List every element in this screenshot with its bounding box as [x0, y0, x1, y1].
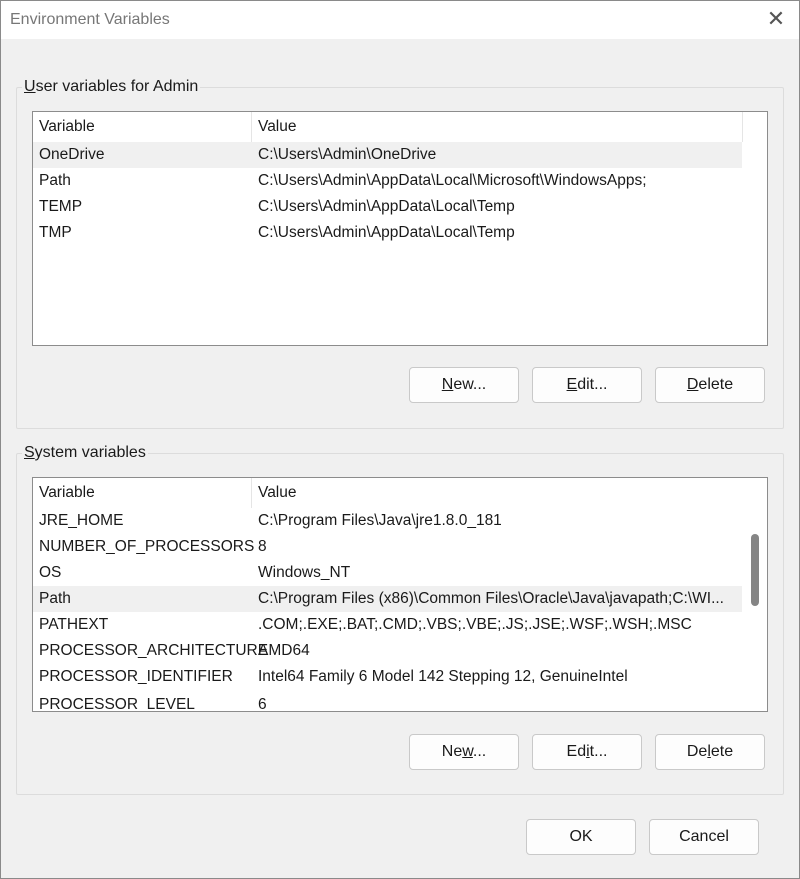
list-item[interactable]: OneDrive C:\Users\Admin\OneDrive — [33, 142, 742, 168]
system-edit-button[interactable]: Edit... — [532, 734, 642, 770]
button-label: ... — [472, 743, 487, 760]
list-item[interactable]: Path C:\Program Files (x86)\Common Files… — [33, 586, 742, 612]
variable-value: C:\Users\Admin\OneDrive — [258, 146, 437, 163]
variable-name: Path — [39, 172, 71, 189]
user-variables-label-mnemonic: U — [24, 78, 36, 95]
button-label: De — [686, 743, 708, 760]
cancel-button[interactable]: Cancel — [649, 819, 759, 855]
list-item[interactable]: OS Windows_NT — [33, 560, 742, 586]
user-variables-label: User variables for Admin — [22, 78, 201, 96]
system-variables-list[interactable]: Variable Value JRE_HOME C:\Program Files… — [32, 477, 768, 712]
user-delete-button[interactable]: Delete — [655, 367, 765, 403]
button-label: ew... — [453, 376, 487, 393]
variable-value: C:\Program Files (x86)\Common Files\Orac… — [258, 590, 724, 607]
user-variables-label-text: ser variables for Admin — [35, 78, 199, 95]
user-variables-header: Variable Value — [33, 112, 767, 142]
variable-name: PROCESSOR_LEVEL — [39, 696, 195, 712]
user-new-button[interactable]: New... — [409, 367, 519, 403]
column-header-value[interactable]: Value — [252, 112, 742, 142]
column-header-variable[interactable]: Variable — [33, 112, 251, 142]
system-variables-label: System variables — [22, 444, 148, 462]
list-item[interactable]: PROCESSOR_IDENTIFIER Intel64 Family 6 Mo… — [33, 664, 742, 690]
button-label: t... — [589, 743, 608, 760]
variable-value: C:\Users\Admin\AppData\Local\Microsoft\W… — [258, 172, 647, 189]
variable-value: Intel64 Family 6 Model 142 Stepping 12, … — [258, 668, 628, 685]
variable-name: TMP — [39, 224, 72, 241]
mnemonic: E — [566, 376, 578, 393]
button-label: Ne — [441, 743, 463, 760]
variable-name: PATHEXT — [39, 616, 109, 633]
list-item[interactable]: PATHEXT .COM;.EXE;.BAT;.CMD;.VBS;.VBE;.J… — [33, 612, 742, 638]
variable-name: OS — [39, 564, 62, 581]
ok-button[interactable]: OK — [526, 819, 636, 855]
list-item[interactable]: TMP C:\Users\Admin\AppData\Local\Temp — [33, 220, 742, 246]
list-item[interactable]: Path C:\Users\Admin\AppData\Local\Micros… — [33, 168, 742, 194]
system-new-button[interactable]: New... — [409, 734, 519, 770]
scrollbar-thumb[interactable] — [751, 534, 759, 606]
button-label: elete — [698, 376, 734, 393]
list-item[interactable]: PROCESSOR_LEVEL 6 — [33, 692, 742, 712]
list-item[interactable]: PROCESSOR_ARCHITECTURE AMD64 — [33, 638, 742, 664]
variable-name: JRE_HOME — [39, 512, 124, 529]
column-header-value[interactable]: Value — [252, 478, 742, 508]
column-separator[interactable] — [742, 112, 743, 142]
window-title: Environment Variables — [10, 11, 170, 28]
mnemonic: w — [462, 743, 473, 760]
button-label: ete — [710, 743, 734, 760]
close-icon[interactable]: ✕ — [761, 5, 791, 35]
variable-name: Path — [39, 590, 71, 607]
variable-value: .COM;.EXE;.BAT;.CMD;.VBS;.VBE;.JS;.JSE;.… — [258, 616, 692, 633]
variable-value: C:\Users\Admin\AppData\Local\Temp — [258, 198, 515, 215]
column-header-variable[interactable]: Variable — [33, 478, 251, 508]
system-variables-label-text: ystem variables — [34, 444, 146, 461]
variable-value: Windows_NT — [258, 564, 351, 581]
mnemonic: D — [686, 376, 699, 393]
button-label: dit... — [577, 376, 608, 393]
title-bar: Environment Variables ✕ — [1, 1, 799, 39]
list-item[interactable]: JRE_HOME C:\Program Files\Java\jre1.8.0_… — [33, 508, 742, 534]
variable-name: OneDrive — [39, 146, 105, 163]
variable-name: PROCESSOR_IDENTIFIER — [39, 668, 233, 685]
list-item[interactable]: NUMBER_OF_PROCESSORS 8 — [33, 534, 742, 560]
environment-variables-dialog: Environment Variables ✕ User variables f… — [0, 0, 800, 879]
variable-name: NUMBER_OF_PROCESSORS — [39, 538, 255, 555]
list-item[interactable]: TEMP C:\Users\Admin\AppData\Local\Temp — [33, 194, 742, 220]
variable-value: 6 — [258, 696, 267, 712]
system-variables-header: Variable Value — [33, 478, 767, 508]
system-variables-label-mnemonic: S — [24, 444, 35, 461]
variable-value: 8 — [258, 538, 267, 555]
system-delete-button[interactable]: Delete — [655, 734, 765, 770]
variable-value: C:\Users\Admin\AppData\Local\Temp — [258, 224, 515, 241]
mnemonic: N — [441, 376, 454, 393]
user-variables-list[interactable]: Variable Value OneDrive C:\Users\Admin\O… — [32, 111, 768, 346]
variable-value: C:\Program Files\Java\jre1.8.0_181 — [258, 512, 502, 529]
variable-name: PROCESSOR_ARCHITECTURE — [39, 642, 269, 659]
vertical-scrollbar[interactable] — [743, 478, 767, 711]
user-edit-button[interactable]: Edit... — [532, 367, 642, 403]
button-label: Ed — [566, 743, 587, 760]
variable-value: AMD64 — [258, 642, 310, 659]
variable-name: TEMP — [39, 198, 83, 215]
